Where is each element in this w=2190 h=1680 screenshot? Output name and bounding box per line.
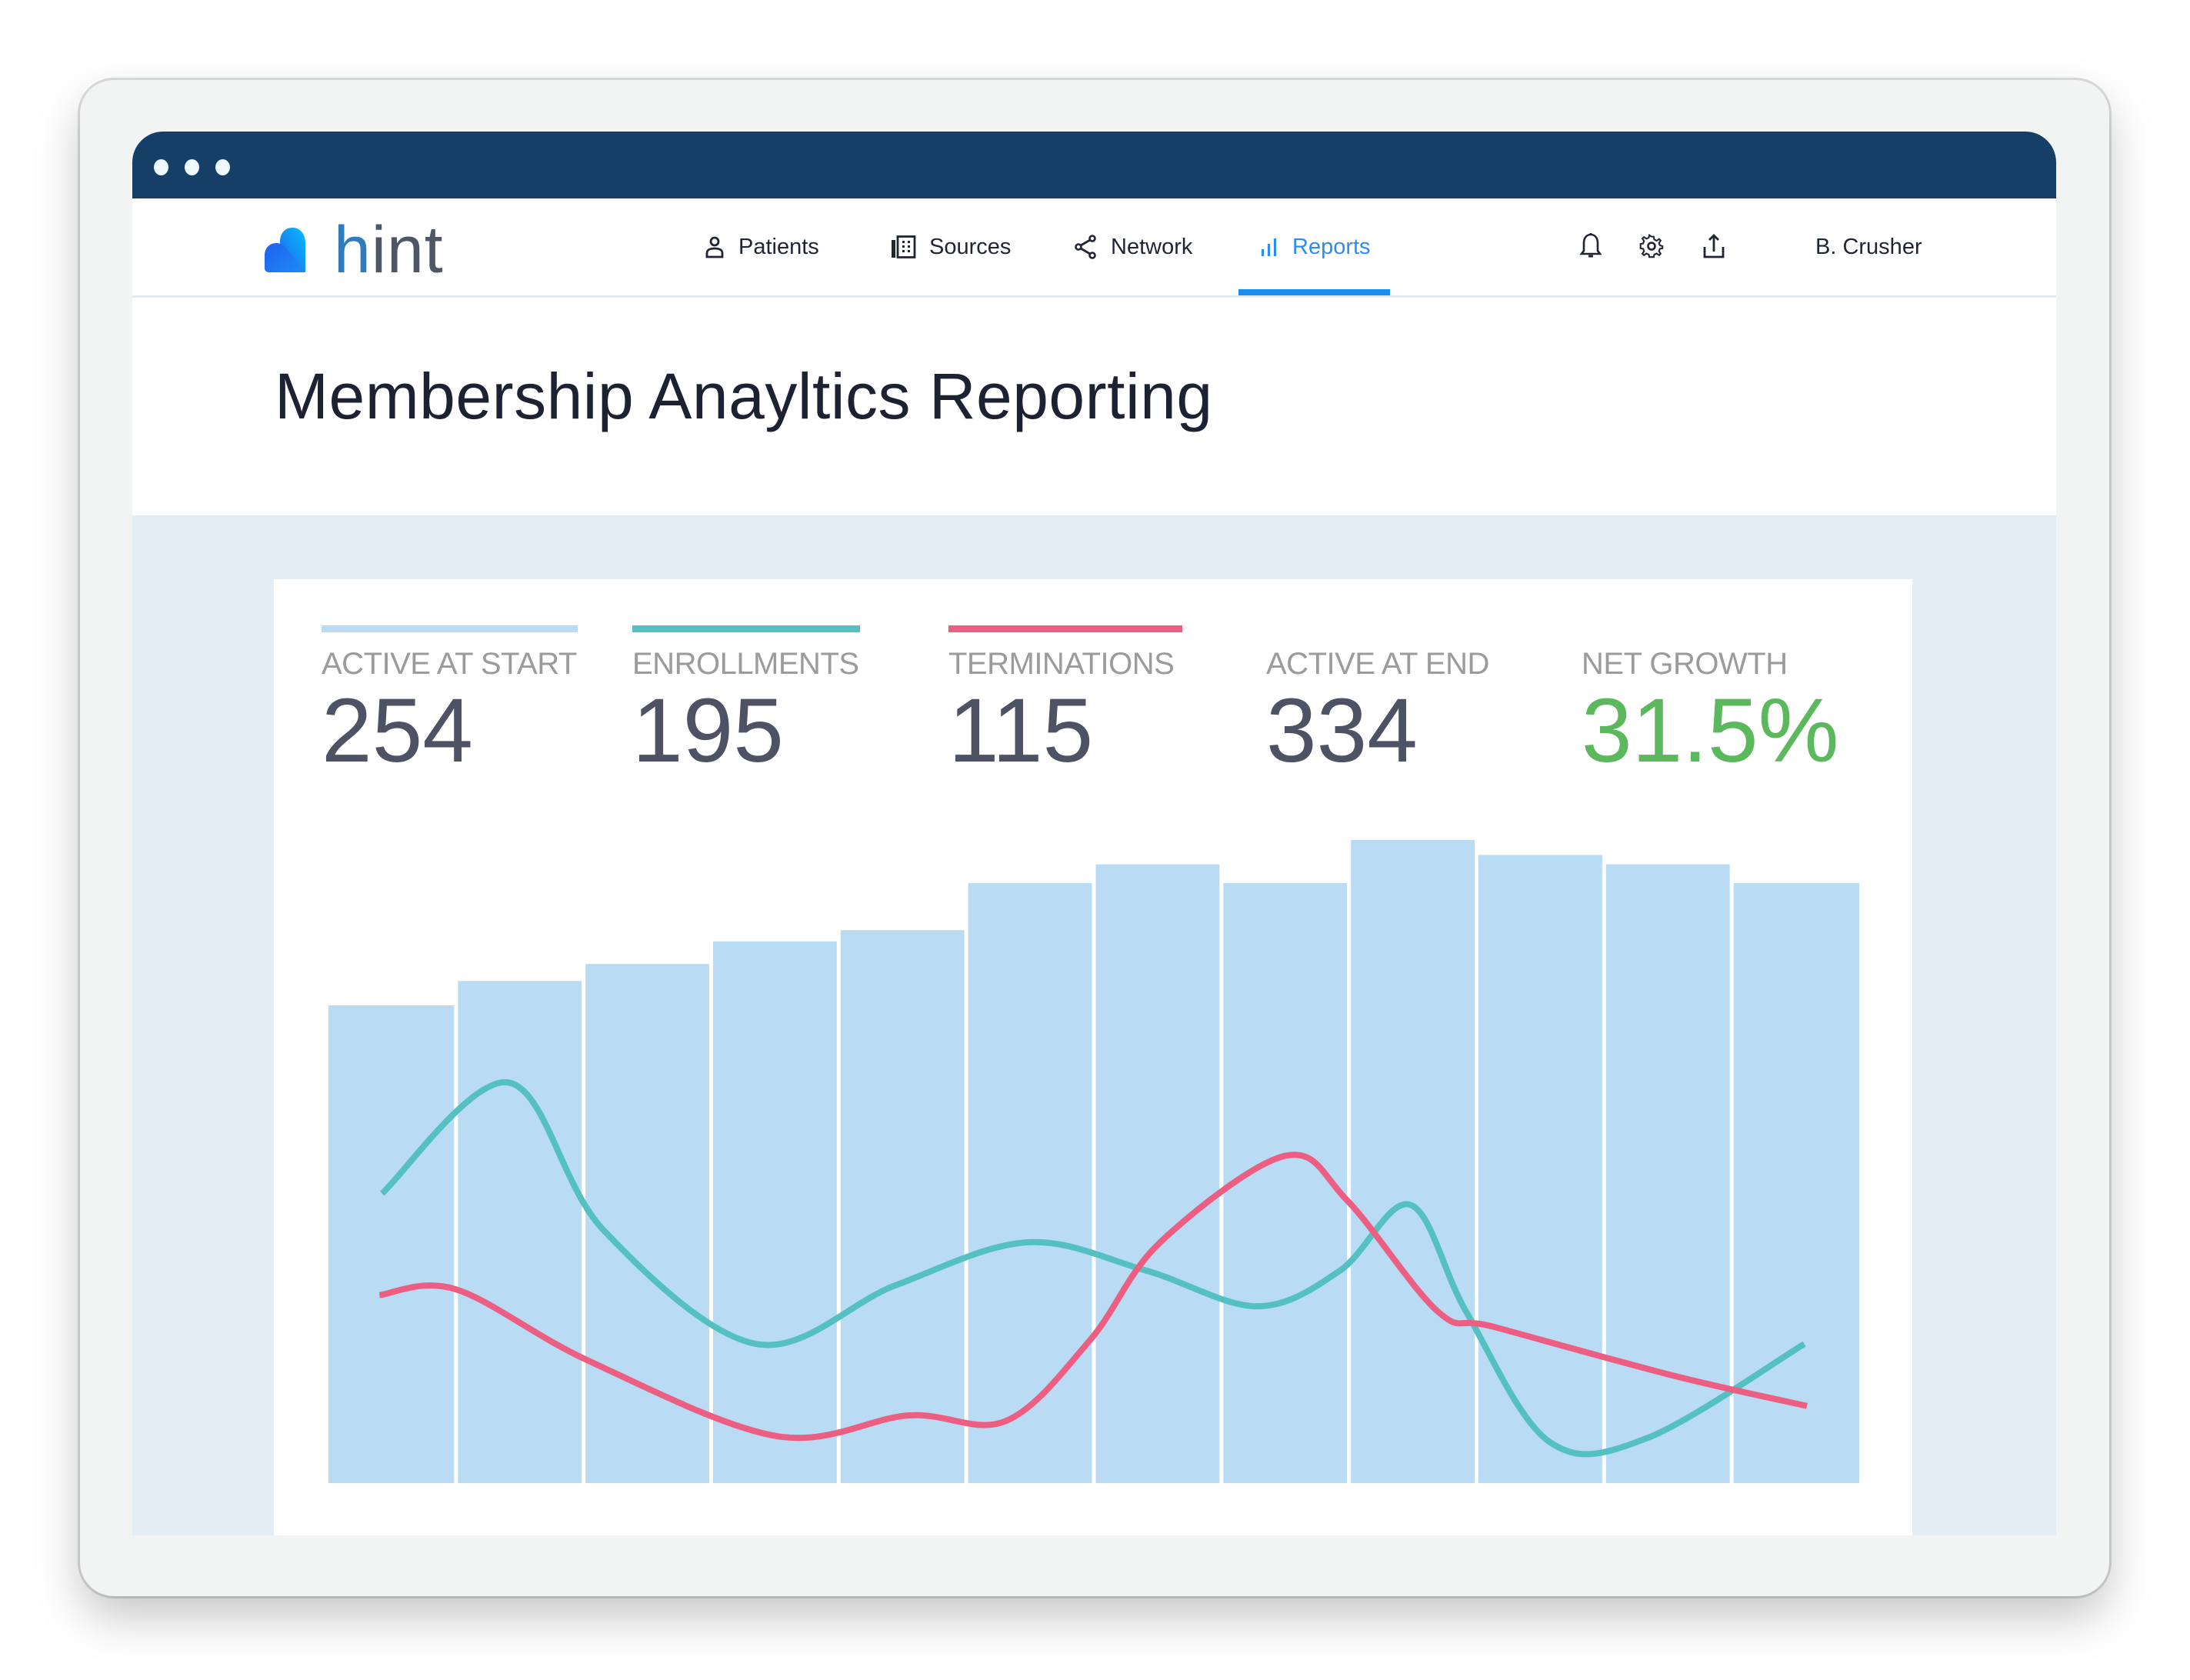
bar-series	[328, 839, 1859, 1483]
notifications-button[interactable]	[1574, 229, 1608, 263]
window-titlebar	[132, 132, 2056, 198]
bar-5	[840, 930, 965, 1483]
nav-item-sources[interactable]: Sources	[891, 198, 1011, 295]
bar-1	[328, 1005, 455, 1483]
building-icon	[892, 235, 916, 258]
window-control-dot[interactable]	[215, 159, 230, 175]
page-title: Membership Anayltics Reporting	[275, 360, 1213, 432]
share-icon	[1075, 235, 1096, 259]
active-tab-indicator	[1238, 289, 1390, 295]
nav-item-label: Network	[1111, 234, 1193, 259]
report-card: ACTIVE AT START 254 ENROLLMENTS 195 TERM…	[274, 579, 1912, 1535]
nav-item-label: Reports	[1292, 234, 1371, 259]
bar-7	[1095, 864, 1220, 1483]
bell-icon	[1579, 233, 1602, 258]
nav-item-label: Sources	[929, 234, 1012, 259]
bar-6	[968, 883, 1092, 1483]
page-header: Membership Anayltics Reporting	[132, 298, 2056, 515]
hint-logo[interactable]: hint	[263, 215, 444, 285]
nav-item-patients[interactable]: Patients	[703, 198, 819, 295]
browser-window: hint Patients Sources Network Reports B.…	[132, 132, 2056, 1535]
bar-2	[458, 981, 582, 1483]
logo-wordmark: hint	[334, 213, 444, 287]
export-button[interactable]	[1697, 229, 1731, 263]
bar-9	[1351, 839, 1475, 1483]
bar-11	[1605, 864, 1730, 1483]
gear-icon	[1639, 234, 1664, 258]
bar-10	[1478, 855, 1602, 1483]
window-control-dot[interactable]	[185, 159, 199, 175]
person-icon	[705, 236, 724, 258]
settings-button[interactable]	[1635, 229, 1668, 263]
nav-item-network[interactable]: Network	[1074, 198, 1192, 295]
top-navbar: hint Patients Sources Network Reports B.…	[132, 198, 2056, 298]
nav-item-reports[interactable]: Reports	[1260, 198, 1371, 295]
membership-chart	[328, 839, 1859, 1483]
bar-4	[713, 941, 837, 1483]
bar-8	[1223, 883, 1348, 1483]
user-name: B. Crusher	[1815, 234, 1922, 259]
window-control-dot[interactable]	[154, 159, 168, 175]
bar-chart-icon	[1262, 238, 1276, 256]
user-menu[interactable]: B. Crusher	[1815, 198, 1922, 295]
heart-logo-icon	[263, 226, 311, 274]
upload-icon	[1703, 234, 1725, 258]
nav-item-label: Patients	[738, 234, 819, 259]
